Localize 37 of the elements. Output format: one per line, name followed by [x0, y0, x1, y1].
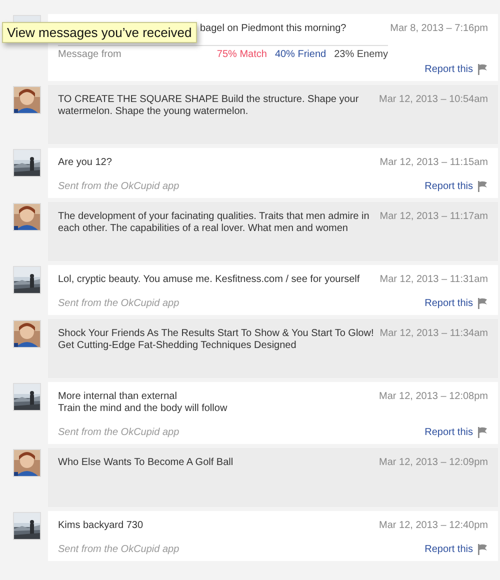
app-note: Sent from the OkCupid app	[58, 298, 180, 309]
message-text: The development of your facinating qualities. Traits that men admire in each other. The capabilities of a real lover. What men and women	[58, 211, 370, 235]
message-date: Mar 12, 2013 – 11:17am	[380, 211, 488, 223]
flag-icon	[477, 64, 488, 75]
report-link[interactable]: Report this	[424, 64, 473, 75]
report-link[interactable]: Report this	[424, 427, 473, 438]
match-percentage: 23% Enemy	[334, 49, 388, 60]
match-percentage: 40% Friend	[274, 49, 326, 60]
message-date: Mar 12, 2013 – 12:08pm	[379, 391, 488, 403]
flag-icon	[477, 427, 488, 438]
message-text: Lol, cryptic beauty. You amuse me. Kesfitness.com / see for yourself	[58, 274, 361, 286]
message-text: Who Else Wants To Become A Golf Ball	[58, 457, 234, 469]
message-date: Mar 12, 2013 – 11:31am	[380, 274, 488, 286]
message-from-label: Message from	[58, 49, 122, 60]
message-date: Mar 12, 2013 – 12:09pm	[379, 457, 488, 469]
report-link[interactable]: Report this	[424, 181, 473, 192]
message-text: bagel on Piedmont this morning?	[200, 23, 348, 35]
flag-icon	[477, 298, 488, 309]
message-date: Mar 12, 2013 – 11:15am	[380, 157, 488, 169]
tooltip: View messages you’ve received	[2, 22, 197, 43]
message-text: More internal than external Train the mind and the body will follow	[58, 391, 228, 415]
report-link[interactable]: Report this	[424, 298, 473, 309]
message-date: Mar 8, 2013 – 7:16pm	[390, 23, 488, 35]
message-text: Shock Your Friends As The Results Start To Show & You Start To Glow! Get Cutting-Edge Fat-Shedding Techniques Designed	[58, 328, 374, 352]
message-text: TO CREATE THE SQUARE SHAPE Build the structure. Shape your watermelon. Shape the young watermelon.	[58, 94, 360, 118]
match-percentage: 75% Match	[216, 49, 267, 60]
message-date: Mar 12, 2013 – 11:34am	[380, 328, 488, 340]
app-note: Sent from the OkCupid app	[58, 181, 180, 192]
message-date: Mar 12, 2013 – 12:40pm	[379, 520, 488, 532]
message-text: Kims backyard 730	[58, 520, 144, 532]
app-note: Sent from the OkCupid app	[58, 427, 180, 438]
message-text: Are you 12?	[58, 157, 113, 169]
flag-icon	[477, 544, 488, 555]
flag-icon	[477, 181, 488, 192]
message-date: Mar 12, 2013 – 10:54am	[379, 94, 488, 106]
app-note: Sent from the OkCupid app	[58, 544, 180, 555]
report-link[interactable]: Report this	[424, 544, 473, 555]
